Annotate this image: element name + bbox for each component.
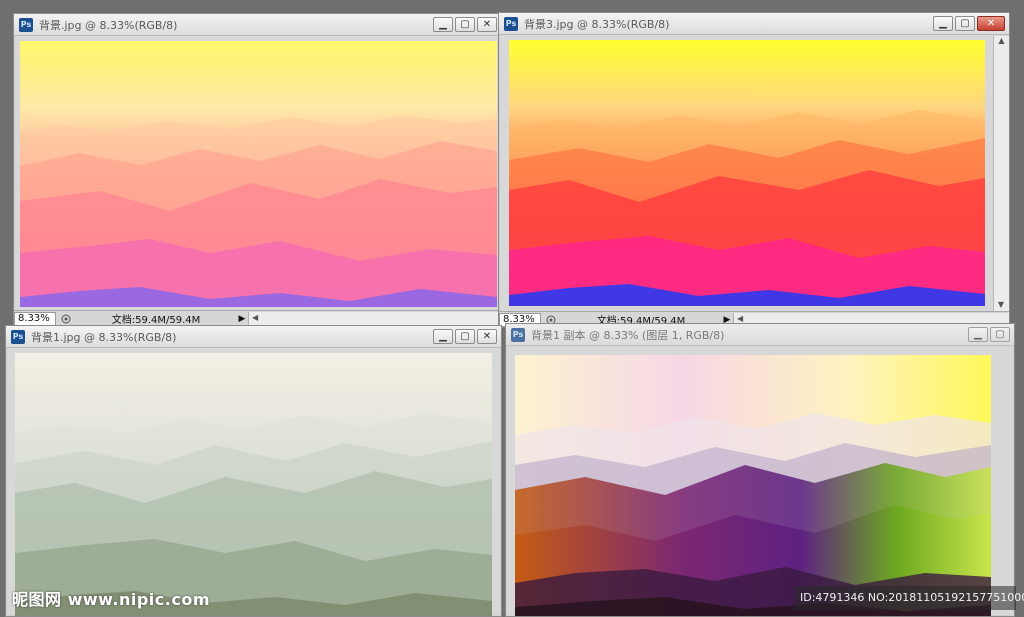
scroll-up-icon[interactable]: ▲	[994, 36, 1009, 45]
photoshop-icon: Ps	[19, 17, 33, 32]
watermark-id: ID:4791346 NO:20181105192157751000	[794, 586, 1024, 610]
document-window-bg3[interactable]: Ps 背景3.jpg @ 8.33%(RGB/8) ▁ ▢ ✕ ▲ ▼ 8.33…	[498, 12, 1010, 328]
status-info-icon[interactable]	[59, 312, 73, 326]
photoshop-icon: Ps	[11, 329, 25, 344]
close-button[interactable]: ✕	[977, 16, 1005, 31]
maximize-button[interactable]: ▢	[990, 327, 1010, 342]
document-window-bg[interactable]: Ps 背景.jpg @ 8.33%(RGB/8) ▁ ▢ ✕ 8.33% 文档:…	[13, 13, 502, 327]
mountain-image	[509, 40, 985, 306]
image-canvas[interactable]	[515, 355, 991, 616]
window-titlebar[interactable]: Ps 背景1.jpg @ 8.33%(RGB/8) ▁ ▢ ✕	[6, 326, 501, 348]
document-size-info: 文档:59.4M/59.4M	[111, 315, 201, 326]
minimize-button[interactable]: ▁	[433, 329, 453, 344]
window-title: 背景.jpg @ 8.33%(RGB/8)	[39, 18, 178, 32]
mountain-image	[15, 353, 492, 616]
status-menu-arrow-icon[interactable]: ▶	[236, 314, 248, 324]
window-title: 背景3.jpg @ 8.33%(RGB/8)	[524, 17, 670, 31]
mountain-image	[20, 41, 497, 307]
mountain-image	[515, 355, 991, 616]
maximize-button[interactable]: ▢	[955, 16, 975, 31]
close-button[interactable]: ✕	[477, 17, 497, 32]
scroll-left-icon[interactable]: ◀	[252, 313, 258, 322]
close-button[interactable]: ✕	[477, 329, 497, 344]
image-canvas[interactable]	[509, 40, 985, 306]
document-window-bg1-copy[interactable]: Ps 背景1 副本 @ 8.33% (图层 1, RGB/8) ▁ ▢	[505, 323, 1015, 617]
horizontal-scrollbar[interactable]: ◀	[248, 311, 501, 326]
minimize-button[interactable]: ▁	[968, 327, 988, 342]
document-window-bg1[interactable]: Ps 背景1.jpg @ 8.33%(RGB/8) ▁ ▢ ✕	[5, 325, 502, 617]
image-canvas[interactable]	[20, 41, 497, 307]
window-title: 背景1 副本 @ 8.33% (图层 1, RGB/8)	[531, 328, 725, 342]
window-titlebar[interactable]: Ps 背景.jpg @ 8.33%(RGB/8) ▁ ▢ ✕	[14, 14, 501, 36]
photoshop-icon: Ps	[504, 16, 518, 31]
scroll-down-icon[interactable]: ▼	[994, 300, 1008, 309]
maximize-button[interactable]: ▢	[455, 329, 475, 344]
window-titlebar[interactable]: Ps 背景3.jpg @ 8.33%(RGB/8) ▁ ▢ ✕	[499, 13, 1009, 35]
scroll-left-icon[interactable]: ◀	[737, 314, 743, 323]
minimize-button[interactable]: ▁	[933, 16, 953, 31]
photoshop-icon: Ps	[511, 327, 525, 342]
window-titlebar[interactable]: Ps 背景1 副本 @ 8.33% (图层 1, RGB/8) ▁ ▢	[506, 324, 1014, 346]
zoom-field[interactable]: 8.33%	[14, 311, 56, 326]
status-bar: 8.33% 文档:59.4M/59.4M ▶ ◀	[14, 310, 501, 326]
watermark-logo: 昵图网 www.nipic.com	[12, 590, 210, 609]
window-title: 背景1.jpg @ 8.33%(RGB/8)	[31, 330, 177, 344]
image-canvas[interactable]	[15, 353, 492, 616]
minimize-button[interactable]: ▁	[433, 17, 453, 32]
vertical-scrollbar[interactable]: ▲ ▼	[993, 36, 1009, 311]
maximize-button[interactable]: ▢	[455, 17, 475, 32]
